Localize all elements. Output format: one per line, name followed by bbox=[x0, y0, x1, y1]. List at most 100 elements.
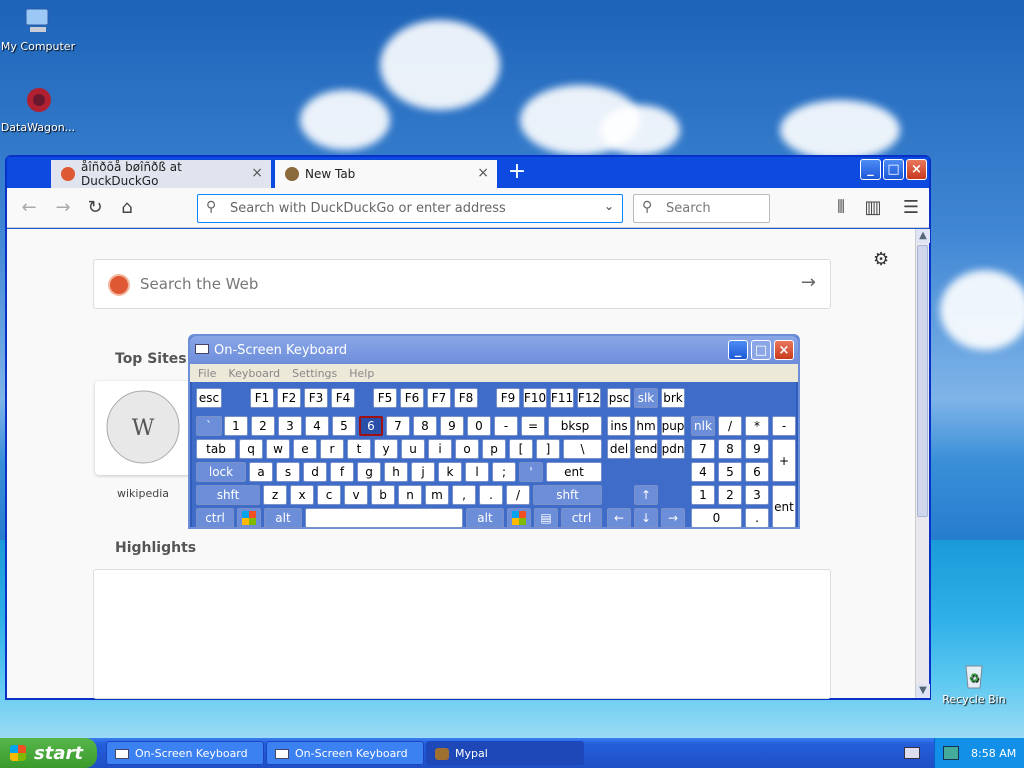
search-bar[interactable]: ⚲ Search bbox=[633, 194, 770, 223]
key-k[interactable]: k bbox=[438, 462, 462, 482]
key-psc[interactable]: psc bbox=[607, 388, 631, 408]
key-left-alt[interactable]: alt bbox=[264, 508, 302, 528]
key-left-ctrl[interactable]: ctrl bbox=[196, 508, 234, 528]
datawagon-desktop-icon[interactable]: DataWagon... bbox=[0, 86, 78, 134]
key-6[interactable]: 6 bbox=[359, 416, 383, 436]
key-right-alt[interactable]: alt bbox=[466, 508, 504, 528]
osk-menu-file[interactable]: File bbox=[198, 367, 216, 380]
tab-new-tab[interactable]: New Tab × bbox=[275, 160, 497, 188]
key-right-shift[interactable]: shft bbox=[533, 485, 602, 505]
key-f5[interactable]: F5 bbox=[373, 388, 397, 408]
key-num-enter[interactable]: ent bbox=[772, 485, 796, 528]
key-multiply[interactable]: * bbox=[745, 416, 769, 436]
key-num-7[interactable]: 7 bbox=[691, 439, 715, 459]
key-slash[interactable]: / bbox=[506, 485, 530, 505]
key-f6[interactable]: F6 bbox=[400, 388, 424, 408]
key-3[interactable]: 3 bbox=[278, 416, 302, 436]
osk-menu-help[interactable]: Help bbox=[349, 367, 374, 380]
osk-close-button[interactable]: × bbox=[774, 340, 794, 360]
key-f7[interactable]: F7 bbox=[427, 388, 451, 408]
key-left-shift[interactable]: shft bbox=[196, 485, 260, 505]
key-u[interactable]: u bbox=[401, 439, 425, 459]
close-tab-icon[interactable]: × bbox=[251, 165, 263, 181]
key-slk[interactable]: slk bbox=[634, 388, 658, 408]
key-backtick[interactable]: ` bbox=[196, 416, 222, 436]
key-num-decimal[interactable]: . bbox=[745, 508, 769, 528]
key-9[interactable]: 9 bbox=[440, 416, 464, 436]
menu-icon[interactable]: ☰ bbox=[899, 196, 923, 220]
key-w[interactable]: w bbox=[266, 439, 290, 459]
key-j[interactable]: j bbox=[411, 462, 435, 482]
forward-icon[interactable]: → bbox=[51, 196, 75, 220]
key-bksp[interactable]: bksp bbox=[548, 416, 602, 436]
key-z[interactable]: z bbox=[263, 485, 287, 505]
key-num-minus[interactable]: - bbox=[772, 416, 796, 436]
key-equals[interactable]: = bbox=[521, 416, 545, 436]
key-v[interactable]: v bbox=[344, 485, 368, 505]
key-e[interactable]: e bbox=[293, 439, 317, 459]
key-pup[interactable]: pup bbox=[661, 416, 685, 436]
web-search-input[interactable]: Search the Web → bbox=[93, 259, 831, 309]
osk-menu-keyboard[interactable]: Keyboard bbox=[228, 367, 280, 380]
tray-keyboard-icon[interactable] bbox=[904, 747, 920, 759]
key-divide[interactable]: / bbox=[718, 416, 742, 436]
key-1[interactable]: 1 bbox=[224, 416, 248, 436]
key-f[interactable]: f bbox=[330, 462, 354, 482]
taskbar-button-osk-1[interactable]: On-Screen Keyboard bbox=[106, 741, 264, 765]
key-o[interactable]: o bbox=[455, 439, 479, 459]
key-n[interactable]: n bbox=[398, 485, 422, 505]
key-0[interactable]: 0 bbox=[467, 416, 491, 436]
back-icon[interactable]: ← bbox=[17, 196, 41, 220]
osk-title-bar[interactable]: On-Screen Keyboard _ □ × bbox=[190, 336, 798, 364]
key-num-6[interactable]: 6 bbox=[745, 462, 769, 482]
key-l[interactable]: l bbox=[465, 462, 489, 482]
key-right-ctrl[interactable]: ctrl bbox=[561, 508, 602, 528]
scroll-down-icon[interactable]: ▼ bbox=[916, 684, 930, 698]
recycle-bin-desktop-icon[interactable]: ♻ Recycle Bin bbox=[934, 658, 1014, 706]
key-d[interactable]: d bbox=[303, 462, 327, 482]
gear-icon[interactable]: ⚙ bbox=[873, 249, 889, 270]
key-num-4[interactable]: 4 bbox=[691, 462, 715, 482]
my-computer-desktop-icon[interactable]: My Computer bbox=[0, 5, 78, 53]
key-f2[interactable]: F2 bbox=[277, 388, 301, 408]
key-7[interactable]: 7 bbox=[386, 416, 410, 436]
key-quote[interactable]: ' bbox=[519, 462, 543, 482]
key-right-windows[interactable] bbox=[507, 508, 531, 528]
key-brk[interactable]: brk bbox=[661, 388, 685, 408]
home-icon[interactable]: ⌂ bbox=[115, 196, 139, 220]
key-f4[interactable]: F4 bbox=[331, 388, 355, 408]
new-tab-button[interactable]: + bbox=[505, 161, 529, 185]
vertical-scrollbar[interactable]: ▲ ▼ bbox=[915, 229, 930, 698]
key-hm[interactable]: hm bbox=[634, 416, 658, 436]
key-4[interactable]: 4 bbox=[305, 416, 329, 436]
osk-menu-settings[interactable]: Settings bbox=[292, 367, 337, 380]
tray-network-icon[interactable] bbox=[943, 746, 959, 760]
osk-minimize-button[interactable]: _ bbox=[728, 340, 748, 360]
key-f1[interactable]: F1 bbox=[250, 388, 274, 408]
key-h[interactable]: h bbox=[384, 462, 408, 482]
key-f10[interactable]: F10 bbox=[523, 388, 547, 408]
key-ins[interactable]: ins bbox=[607, 416, 631, 436]
taskbar-button-mypal[interactable]: Mypal bbox=[426, 741, 584, 765]
key-num-0[interactable]: 0 bbox=[691, 508, 742, 528]
key-num-5[interactable]: 5 bbox=[718, 462, 742, 482]
key-arrow-left[interactable]: ← bbox=[607, 508, 631, 528]
key-num-3[interactable]: 3 bbox=[745, 485, 769, 505]
key-arrow-down[interactable]: ↓ bbox=[634, 508, 658, 528]
key-p[interactable]: p bbox=[482, 439, 506, 459]
key-8[interactable]: 8 bbox=[413, 416, 437, 436]
key-num-8[interactable]: 8 bbox=[718, 439, 742, 459]
key-del[interactable]: del bbox=[607, 439, 631, 459]
key-comma[interactable]: , bbox=[452, 485, 476, 505]
key-i[interactable]: i bbox=[428, 439, 452, 459]
key-q[interactable]: q bbox=[239, 439, 263, 459]
key-f11[interactable]: F11 bbox=[550, 388, 574, 408]
key-right-bracket[interactable]: ] bbox=[536, 439, 560, 459]
sidebar-icon[interactable]: ▥ bbox=[861, 196, 885, 220]
key-lock[interactable]: lock bbox=[196, 462, 246, 482]
key-left-windows[interactable] bbox=[237, 508, 261, 528]
key-arrow-right[interactable]: → bbox=[661, 508, 685, 528]
arrow-right-icon[interactable]: → bbox=[801, 272, 816, 293]
close-tab-icon[interactable]: × bbox=[477, 165, 489, 181]
key-g[interactable]: g bbox=[357, 462, 381, 482]
